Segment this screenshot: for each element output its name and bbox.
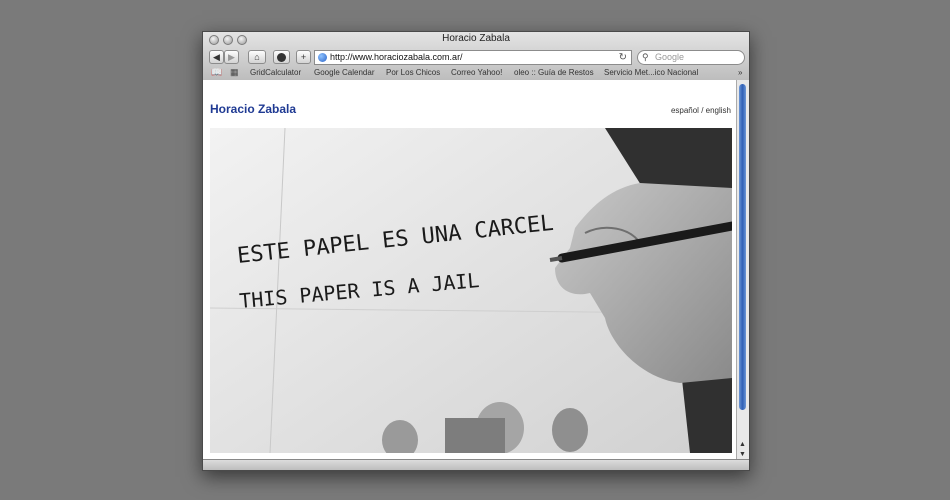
bookmarks-more-chevron[interactable]: » bbox=[738, 68, 742, 77]
status-bar bbox=[203, 459, 749, 470]
scroll-thumb[interactable] bbox=[739, 84, 746, 410]
back-button[interactable]: ◀ bbox=[209, 50, 224, 64]
grid-icon[interactable]: ▦ bbox=[230, 67, 239, 78]
hero-photo: ESTE PAPEL ES UNA CARCEL THIS PAPER IS A… bbox=[210, 128, 732, 453]
hero-photo-illustration: ESTE PAPEL ES UNA CARCEL THIS PAPER IS A… bbox=[210, 128, 732, 453]
bookmark-item[interactable]: oleo :: Guía de Restos bbox=[514, 68, 594, 77]
search-field[interactable]: ⚲ Google bbox=[637, 50, 745, 65]
lang-spanish-link[interactable]: español bbox=[671, 106, 699, 115]
book-icon[interactable]: 📖 bbox=[211, 67, 222, 78]
page-content: Horacio Zabala español / english ESTE PA… bbox=[203, 80, 737, 460]
address-bar[interactable]: http://www.horaciozabala.com.ar/ ↻ bbox=[314, 50, 632, 65]
globe-icon bbox=[318, 53, 327, 62]
bookmarks-bar: 📖 ▦ GridCalculator Google Calendar Por L… bbox=[203, 67, 749, 80]
language-switch: español / english bbox=[671, 106, 731, 115]
bookmark-item[interactable]: Correo Yahoo! bbox=[451, 68, 502, 77]
download-icon bbox=[277, 53, 286, 62]
download-button[interactable] bbox=[273, 50, 290, 64]
window-title: Horacio Zabala bbox=[442, 33, 510, 44]
bookmark-item[interactable]: Google Calendar bbox=[314, 68, 374, 77]
browser-chrome: Horacio Zabala ◀ ▶ ⌂ + http://www.horaci… bbox=[203, 32, 749, 81]
reload-icon[interactable]: ↻ bbox=[619, 51, 627, 64]
bookmark-item[interactable]: Servicio Met...ico Nacional bbox=[604, 68, 698, 77]
url-text: http://www.horaciozabala.com.ar/ bbox=[330, 52, 463, 62]
vertical-scrollbar[interactable]: ▲ ▼ bbox=[736, 80, 749, 460]
home-button[interactable]: ⌂ bbox=[248, 50, 266, 64]
scroll-up-arrow[interactable]: ▲ bbox=[737, 440, 748, 450]
browser-window: Horacio Zabala ◀ ▶ ⌂ + http://www.horaci… bbox=[202, 31, 750, 471]
lang-separator: / bbox=[698, 106, 706, 115]
toolbar: ◀ ▶ ⌂ + http://www.horaciozabala.com.ar/… bbox=[203, 49, 749, 67]
add-bookmark-button[interactable]: + bbox=[296, 50, 311, 64]
forward-button[interactable]: ▶ bbox=[224, 50, 239, 64]
site-title[interactable]: Horacio Zabala bbox=[210, 102, 296, 116]
search-placeholder: Google bbox=[655, 52, 685, 62]
lang-english-link[interactable]: english bbox=[706, 106, 731, 115]
search-icon: ⚲ bbox=[642, 52, 649, 62]
bookmark-item[interactable]: GridCalculator bbox=[250, 68, 301, 77]
title-bar: Horacio Zabala bbox=[203, 32, 749, 48]
bookmark-item[interactable]: Por Los Chicos bbox=[386, 68, 440, 77]
